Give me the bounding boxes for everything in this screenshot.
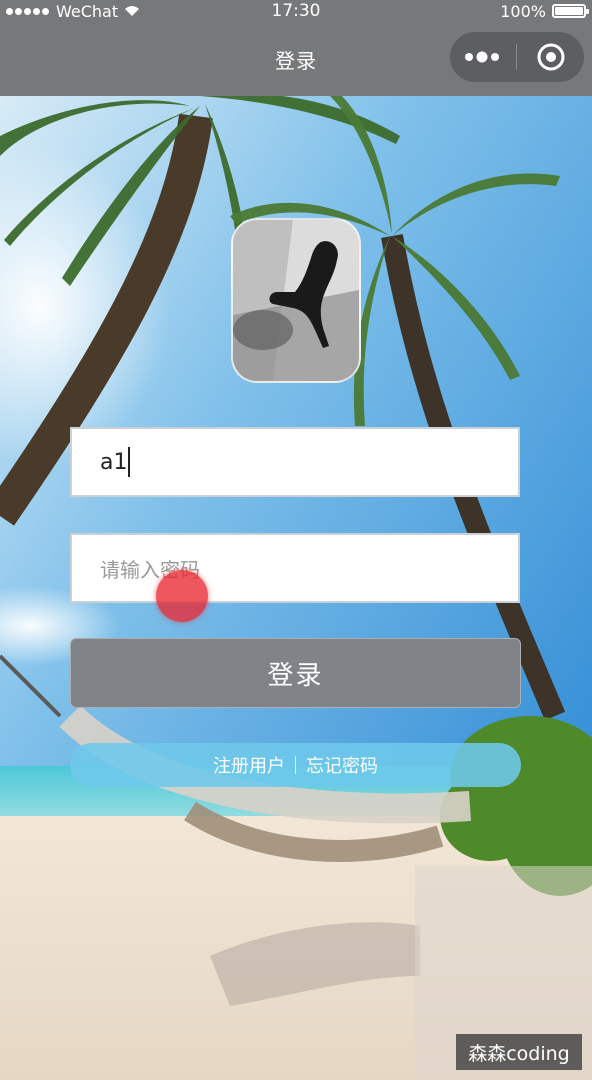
avatar: [231, 218, 361, 383]
password-input[interactable]: 请输入密码: [70, 533, 520, 603]
forgot-password-link[interactable]: 忘记密码: [296, 752, 388, 778]
avatar-image: [233, 220, 359, 381]
username-input[interactable]: a1: [70, 427, 520, 497]
links-bar: 注册用户 忘记密码: [70, 743, 521, 787]
status-bar: WeChat 17:30 100%: [0, 0, 592, 22]
nav-bar: 登录: [0, 22, 592, 96]
status-right: 100%: [500, 0, 589, 22]
close-miniprogram-button[interactable]: [517, 32, 584, 82]
touch-indicator: [156, 570, 208, 622]
battery-icon: [552, 4, 589, 18]
login-button[interactable]: 登录: [70, 638, 521, 708]
register-link[interactable]: 注册用户: [203, 752, 295, 778]
watermark: 森森coding: [456, 1034, 582, 1070]
menu-capsule: [450, 32, 584, 82]
text-cursor: [128, 447, 131, 477]
more-dots-icon: [465, 51, 499, 63]
more-button[interactable]: [450, 32, 516, 82]
username-value: a1: [100, 449, 128, 475]
battery-percent: 100%: [500, 1, 546, 21]
target-close-icon: [537, 43, 564, 71]
